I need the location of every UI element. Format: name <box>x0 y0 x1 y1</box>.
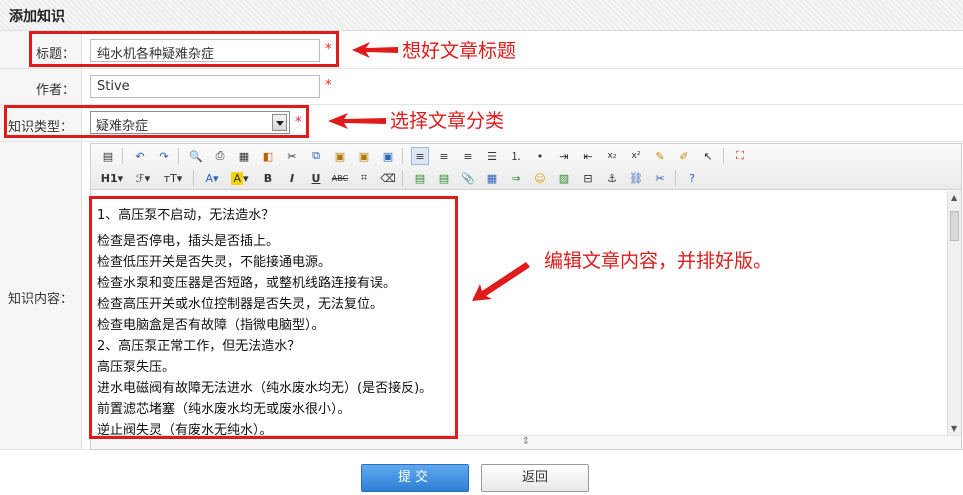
annotation-content-hint: 编辑文章内容，并排好版。 <box>544 250 773 272</box>
align-center-icon[interactable]: ≡ <box>435 147 453 165</box>
font-family-label: ℱ <box>135 171 145 185</box>
add-knowledge-page: 添加知识 标题： 纯水机各种疑难杂症 * 作者： Stive * 知识类型： 疑… <box>0 0 963 495</box>
toolbar-separator <box>402 148 403 164</box>
font-color-label: A <box>205 171 213 185</box>
eraser-icon[interactable]: ⌫ <box>379 169 397 187</box>
toolbar-separator <box>723 148 724 164</box>
select-all-icon[interactable]: ✐ <box>675 147 693 165</box>
toolbar-separator <box>193 170 194 186</box>
author-label: 作者： <box>36 83 76 98</box>
paste-icon[interactable]: ▣ <box>331 147 349 165</box>
undo-icon[interactable]: ↶ <box>131 147 149 165</box>
row-divider <box>0 141 963 142</box>
submit-button[interactable]: 提交 <box>361 464 469 492</box>
back-button[interactable]: 返回 <box>481 464 589 492</box>
preview-icon[interactable]: 🔍 <box>187 147 205 165</box>
heading-dropdown[interactable]: H1 ▾ <box>99 169 125 187</box>
row-divider <box>0 68 963 69</box>
page-title: 添加知识 <box>9 9 65 25</box>
superscript-icon[interactable]: x² <box>627 147 645 165</box>
toolbar-separator <box>122 148 123 164</box>
strikethrough-button[interactable]: ABC <box>331 169 349 187</box>
link-icon[interactable]: ⛓ <box>627 169 645 187</box>
toolbar-separator <box>402 170 403 186</box>
arrow-category-icon <box>328 113 386 129</box>
scroll-down-icon[interactable]: ▼ <box>951 424 957 433</box>
outdent-icon[interactable]: ⇤ <box>579 147 597 165</box>
required-mark: * <box>325 78 332 93</box>
copy-icon[interactable]: ⧉ <box>307 147 325 165</box>
scroll-up-icon[interactable]: ▲ <box>951 193 957 202</box>
paste-word-icon[interactable]: ▣ <box>379 147 397 165</box>
anchor-icon[interactable]: ⚓ <box>603 169 621 187</box>
scrollbar-thumb[interactable] <box>950 211 959 241</box>
insert-image-icon[interactable]: ▤ <box>435 169 453 187</box>
font-color-dropdown[interactable]: A ▾ <box>201 169 223 187</box>
toolbar-separator <box>675 170 676 186</box>
emoticon-icon[interactable]: ☺ <box>531 169 549 187</box>
heading-label: H1 <box>100 171 118 185</box>
toolbar-separator <box>178 148 179 164</box>
author-input[interactable]: Stive <box>90 75 320 98</box>
align-left-icon[interactable]: ≡ <box>411 147 429 165</box>
indent-icon[interactable]: ⇥ <box>555 147 573 165</box>
annotation-title-hint: 想好文章标题 <box>402 40 517 62</box>
highlight-color-dropdown[interactable]: A ▾ <box>229 169 251 187</box>
subscript-icon[interactable]: x₂ <box>603 147 621 165</box>
template-icon[interactable]: ▦ <box>235 147 253 165</box>
cut-icon[interactable]: ✂ <box>283 147 301 165</box>
font-size-dropdown[interactable]: тT ▾ <box>161 169 185 187</box>
page-break-icon[interactable]: ⊟ <box>579 169 597 187</box>
highlight-box-content <box>89 196 458 439</box>
clear-format-icon[interactable]: ✎ <box>651 147 669 165</box>
page-header: 添加知识 <box>0 0 963 31</box>
editor-scrollbar[interactable]: ▲ ▼ <box>947 191 961 435</box>
font-size-label: тT <box>163 171 177 185</box>
ordered-list-icon[interactable]: ⒈ <box>507 147 525 165</box>
insert-code-icon[interactable]: ◧ <box>259 147 277 165</box>
annotation-category-hint: 选择文章分类 <box>390 110 505 132</box>
table-icon[interactable]: ▦ <box>483 169 501 187</box>
justify-icon[interactable]: ☰ <box>483 147 501 165</box>
arrow-content-icon <box>472 262 530 301</box>
help-icon[interactable]: ? <box>683 169 701 187</box>
bold-button[interactable]: B <box>259 169 277 187</box>
image-icon[interactable]: ▨ <box>555 169 573 187</box>
content-label: 知识内容： <box>8 292 74 307</box>
attachment-icon[interactable]: 📎 <box>459 169 477 187</box>
insert-row-icon[interactable]: ▤ <box>411 169 429 187</box>
editor-toolbar: ▤ ↶ ↷ 🔍 ⎙ ▦ ◧ ✂ ⧉ ▣ ▣ ▣ ≡ ≡ ≡ ☰ ⒈ • ⇥ ⇤ … <box>91 144 961 190</box>
redo-icon[interactable]: ↷ <box>155 147 173 165</box>
underline-button[interactable]: U <box>307 169 325 187</box>
highlight-color-label: A <box>231 171 243 185</box>
paste-text-icon[interactable]: ▣ <box>355 147 373 165</box>
unlink-icon[interactable]: ✂ <box>651 169 669 187</box>
highlight-box-title <box>29 31 339 67</box>
arrow-title-icon <box>352 42 398 58</box>
cursor-icon[interactable]: ↖ <box>699 147 717 165</box>
insert-line-icon[interactable]: ⇒ <box>507 169 525 187</box>
print-icon[interactable]: ⎙ <box>211 147 229 165</box>
italic-button[interactable]: I <box>283 169 301 187</box>
table-grid-icon[interactable]: ⌗ <box>355 169 373 187</box>
font-family-dropdown[interactable]: ℱ ▾ <box>131 169 155 187</box>
source-icon[interactable]: ▤ <box>99 147 117 165</box>
align-right-icon[interactable]: ≡ <box>459 147 477 165</box>
highlight-box-category <box>4 105 309 138</box>
unordered-list-icon[interactable]: • <box>531 147 549 165</box>
fullscreen-icon[interactable]: ⛶ <box>731 147 749 165</box>
